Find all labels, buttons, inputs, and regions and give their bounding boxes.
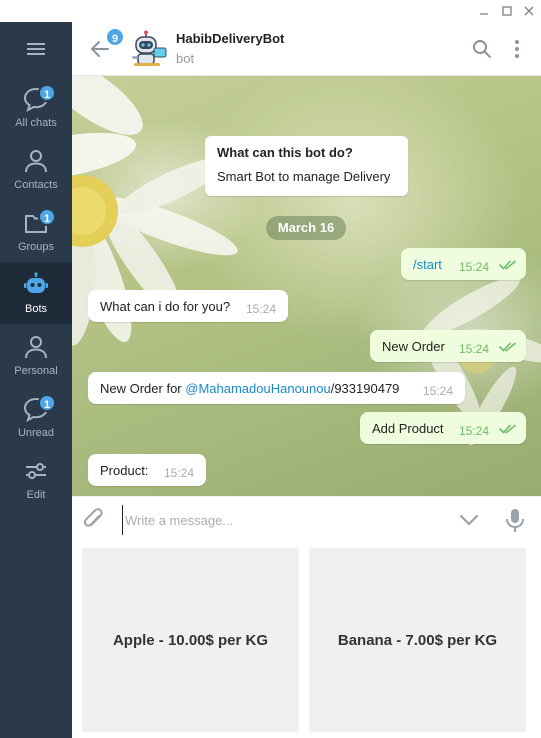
message-time: 15:24 xyxy=(423,384,454,398)
folder-label: Edit xyxy=(26,489,46,501)
folder-unread-badge: 1 xyxy=(38,208,56,226)
folder-label: Unread xyxy=(17,427,55,439)
message-text: New Order for @MahamadouHanounou/9331904… xyxy=(100,381,399,396)
maximize-icon[interactable] xyxy=(496,2,518,20)
folder-unread[interactable]: 1 Unread xyxy=(0,386,72,448)
bot-info-card: What can this bot do? Smart Bot to manag… xyxy=(205,136,408,196)
folder-contacts[interactable]: Contacts xyxy=(0,138,72,200)
message-time: 15:24 xyxy=(459,260,490,274)
person-icon xyxy=(25,336,47,359)
folder-label: Personal xyxy=(14,365,58,377)
double-check-icon xyxy=(499,260,516,270)
folder-label: All chats xyxy=(15,117,57,129)
message-incoming[interactable]: New Order for @MahamadouHanounou/9331904… xyxy=(88,372,465,404)
message-outgoing[interactable]: Add Product 15:24 xyxy=(360,412,526,444)
hamburger-menu-icon[interactable] xyxy=(0,22,72,76)
folder-personal[interactable]: Personal xyxy=(0,324,72,386)
message-input[interactable] xyxy=(122,505,442,535)
chat-header: 9 HabibDeliveryBot bot xyxy=(72,22,541,76)
date-separator: March 16 xyxy=(266,216,346,240)
message-composer xyxy=(72,496,541,542)
person-icon xyxy=(25,150,47,173)
chat-subtitle: bot xyxy=(176,51,195,66)
double-check-icon xyxy=(499,424,516,434)
message-text: New Order xyxy=(382,339,445,354)
paperclip-icon[interactable] xyxy=(82,507,106,533)
folder-label: Contacts xyxy=(14,179,58,191)
message-time: 15:24 xyxy=(246,302,277,316)
unread-count-badge: 9 xyxy=(105,27,125,47)
message-text[interactable]: /start xyxy=(413,257,442,272)
user-mention-link[interactable]: @MahamadouHanounou xyxy=(185,381,330,396)
folder-label: Bots xyxy=(24,303,47,315)
message-incoming[interactable]: Product: 15:24 xyxy=(88,454,206,486)
folder-all-chats[interactable]: 1 All chats xyxy=(0,76,72,138)
message-text-prefix: New Order for xyxy=(100,381,186,396)
minimize-icon[interactable] xyxy=(473,2,495,20)
message-text: What can i do for you? xyxy=(100,299,231,314)
robot-avatar-icon[interactable] xyxy=(128,30,168,68)
bot-info-text: Smart Bot to manage Delivery xyxy=(217,169,391,184)
keyboard-button-banana[interactable]: Banana - 7.00$ per KG xyxy=(309,548,526,732)
message-time: 15:24 xyxy=(164,466,195,480)
chevron-down-icon[interactable] xyxy=(458,509,480,531)
search-icon[interactable] xyxy=(471,38,493,60)
folder-label: Groups xyxy=(17,241,55,253)
more-vertical-icon[interactable] xyxy=(506,38,528,60)
bot-reply-keyboard: Apple - 10.00$ per KG Banana - 7.00$ per… xyxy=(72,542,541,738)
message-text: Add Product xyxy=(372,421,444,436)
folders-sidebar: 1 All chats Contacts 1 Groups Bots Perso… xyxy=(0,22,72,738)
message-time: 15:24 xyxy=(459,342,490,356)
sliders-icon xyxy=(26,463,46,479)
double-check-icon xyxy=(499,342,516,352)
folder-edit[interactable]: Edit xyxy=(0,448,72,510)
message-history[interactable]: What can this bot do? Smart Bot to manag… xyxy=(72,76,541,496)
folder-groups[interactable]: 1 Groups xyxy=(0,200,72,262)
message-outgoing[interactable]: New Order 15:24 xyxy=(370,330,526,362)
keyboard-button-apple[interactable]: Apple - 10.00$ per KG xyxy=(82,548,299,732)
folder-unread-badge: 1 xyxy=(38,84,56,102)
bot-info-title: What can this bot do? xyxy=(217,145,353,160)
message-text: Product: xyxy=(100,463,149,478)
folder-unread-badge: 1 xyxy=(38,394,56,412)
message-incoming[interactable]: What can i do for you? 15:24 xyxy=(88,290,288,322)
window-titlebar xyxy=(0,0,541,22)
robot-icon xyxy=(24,272,48,293)
message-text-suffix: /933190479 xyxy=(330,381,400,396)
chat-title[interactable]: HabibDeliveryBot xyxy=(176,31,284,46)
close-icon[interactable] xyxy=(518,2,540,20)
folder-bots[interactable]: Bots xyxy=(0,262,72,324)
message-time: 15:24 xyxy=(459,424,490,438)
microphone-icon[interactable] xyxy=(504,507,526,533)
message-outgoing[interactable]: /start 15:24 xyxy=(401,248,526,280)
